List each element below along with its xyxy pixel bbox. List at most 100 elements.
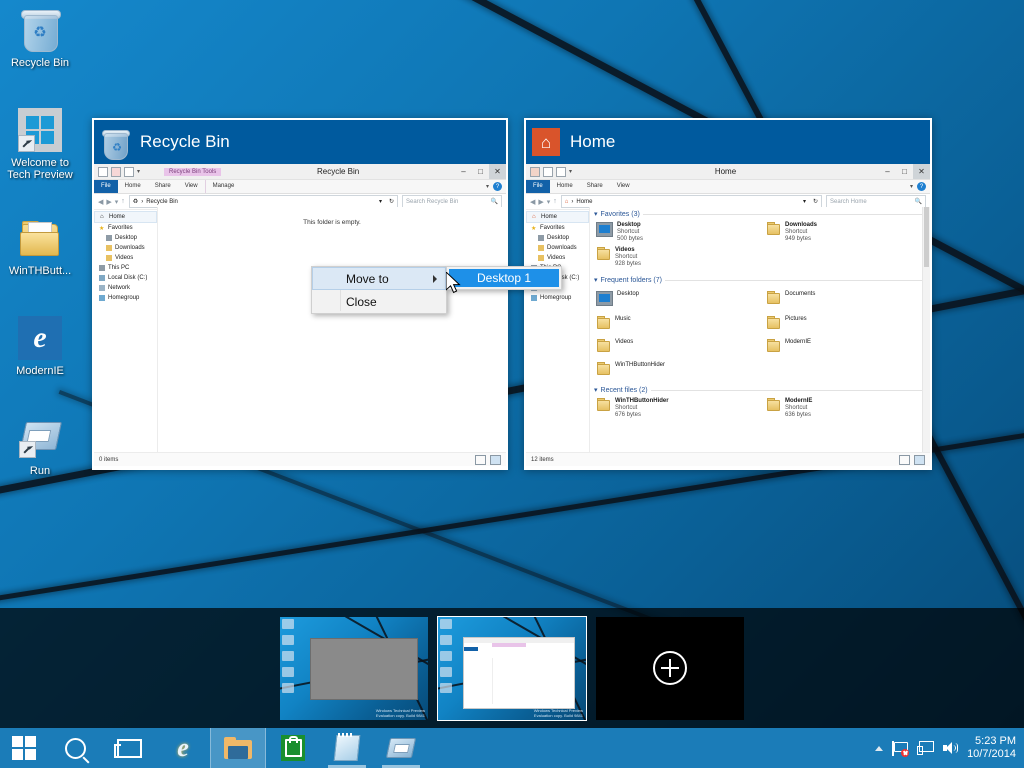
desktop-thumbnail-1[interactable]: Windows Technical Preview Evaluation copy… [280,616,428,720]
desktop-icon-welcome-to-tech-preview[interactable]: Welcome to Tech Preview [0,106,80,206]
help-icon[interactable]: ? [917,182,926,191]
forward-button[interactable]: ▶ [538,198,543,206]
group-header-recent-files[interactable]: ▾ Recent files (2) [594,386,930,394]
nav-item-favorites[interactable]: ★ Favorites [526,223,589,233]
desktop-icon-run[interactable]: Run [0,414,80,506]
maximize-button[interactable]: □ [472,164,489,179]
file-list-area[interactable]: This folder is empty. [158,207,506,452]
back-button[interactable]: ◀ [98,198,103,206]
taskview-window-home[interactable]: ⌂ Home ▾ Home – □ ✕ File Home Share View… [524,118,932,470]
desktop-icon-winthbuttonhider[interactable]: WinTHButt... [0,214,80,306]
navigation-pane[interactable]: ⌂ Home ★ Favorites Desktop Downloads Video… [94,207,158,452]
tab-file[interactable]: File [94,180,118,193]
collapse-icon[interactable]: ▾ [594,386,598,394]
scrollbar-thumb[interactable] [924,207,929,267]
view-toggle-buttons[interactable] [475,454,501,465]
qat-icon-properties[interactable] [98,166,108,177]
nav-item-downloads[interactable]: Downloads [526,243,589,253]
nav-item-network[interactable]: Network [94,283,157,293]
details-view-button[interactable] [475,454,486,465]
minimize-button[interactable]: – [879,164,896,179]
nav-item-home[interactable]: ⌂ Home [526,211,589,223]
file-list-area[interactable]: ▾ Favorites (3) Desktop Shortcut 500 byt… [590,207,930,452]
context-menu-item-close[interactable]: Close [312,290,446,313]
quick-access-toolbar[interactable]: ▾ [94,166,140,177]
list-item[interactable]: Documents [760,286,930,311]
tab-home[interactable]: Home [550,180,580,193]
collapse-ribbon-icon[interactable]: ▾ [910,183,913,190]
nav-item-desktop[interactable]: Desktop [94,233,157,243]
details-view-button[interactable] [899,454,910,465]
help-icon[interactable]: ? [493,182,502,191]
qat-icon-new-folder[interactable] [543,166,553,177]
list-item[interactable]: Pictures [760,311,930,334]
list-item[interactable]: WinTHButtonHider [590,357,760,380]
collapse-icon[interactable]: ▾ [594,210,598,218]
large-icons-view-button[interactable] [490,454,501,465]
taskbar-item-run-window[interactable] [374,728,428,768]
tab-file[interactable]: File [526,180,550,193]
large-icons-view-button[interactable] [914,454,925,465]
nav-item-local-disk[interactable]: Local Disk (C:) [94,273,157,283]
task-view-button[interactable] [102,728,156,768]
window-controls[interactable]: – □ ✕ [455,164,506,179]
breadcrumb-dropdown-icon[interactable]: ▾ [379,198,382,205]
minimize-button[interactable]: – [455,164,472,179]
tab-view[interactable]: View [178,180,205,193]
nav-item-this-pc[interactable]: This PC [94,263,157,273]
recent-locations-icon[interactable]: ▾ [547,198,551,206]
show-hidden-icons-button[interactable] [875,745,884,751]
tab-share[interactable]: Share [580,180,610,193]
start-button[interactable] [0,728,48,768]
qat-icon-home[interactable] [530,166,540,177]
desktop-icon-modernie[interactable]: e ModernIE [0,314,80,406]
nav-item-home[interactable]: ⌂ Home [94,211,157,223]
nav-item-homegroup[interactable]: Homegroup [94,293,157,303]
context-menu-item-move-to[interactable]: Move to [312,267,446,290]
view-toggle-buttons[interactable] [899,454,925,465]
search-button[interactable] [48,728,102,768]
up-button[interactable]: ↑ [121,198,125,205]
list-item[interactable]: Desktop [590,286,760,311]
taskbar-item-internet-explorer[interactable]: e [156,728,210,768]
tab-manage[interactable]: Manage [204,180,242,193]
list-item[interactable]: Downloads Shortcut 949 bytes [760,220,930,245]
taskbar-item-notepad[interactable] [320,728,374,768]
list-item[interactable]: Videos [590,334,760,357]
chevron-down-icon[interactable]: ▾ [137,168,140,175]
explorer-ribbon-tabs[interactable]: File Home Share View Manage ▾ ? [94,180,506,194]
explorer-ribbon-tabs[interactable]: File Home Share View ▾ ? [526,180,930,194]
refresh-icon[interactable]: ↻ [813,198,818,205]
qat-icon-view[interactable] [556,166,566,177]
nav-item-homegroup[interactable]: Homegroup [526,293,589,303]
refresh-icon[interactable]: ↻ [389,198,394,205]
back-button[interactable]: ◀ [530,198,535,206]
breadcrumb-dropdown-icon[interactable]: ▾ [803,198,806,205]
nav-item-videos[interactable]: Videos [94,253,157,263]
qat-icon-new-folder[interactable] [111,166,121,177]
context-submenu-move-to[interactable]: Desktop 1 [446,266,563,290]
nav-item-favorites[interactable]: ★ Favorites [94,223,157,233]
up-button[interactable]: ↑ [553,198,557,205]
taskbar-item-store[interactable] [266,728,320,768]
add-desktop-button[interactable] [596,616,744,720]
recent-locations-icon[interactable]: ▾ [115,198,119,206]
list-item[interactable]: WinTHButtonHider Shortcut 676 bytes [590,396,760,421]
nav-item-downloads[interactable]: Downloads [94,243,157,253]
nav-item-desktop[interactable]: Desktop [526,233,589,243]
navigation-pane[interactable]: ⌂ Home ★ Favorites Desktop Downloads Video… [526,207,590,452]
taskbar-item-file-explorer[interactable] [210,728,266,768]
context-menu[interactable]: Move to Close [311,266,447,314]
clock[interactable]: 5:23 PM 10/7/2014 [967,735,1016,761]
forward-button[interactable]: ▶ [106,198,111,206]
qat-icon-view[interactable] [124,166,134,177]
scrollbar[interactable] [922,207,930,452]
action-center-icon[interactable] [892,740,910,757]
quick-access-toolbar[interactable]: ▾ [526,166,572,177]
tab-home[interactable]: Home [118,180,148,193]
desktop-icon-recycle-bin[interactable]: ♻ Recycle Bin [0,6,80,98]
list-item[interactable]: Videos Shortcut 928 bytes [590,245,760,270]
network-icon[interactable] [917,741,935,755]
nav-item-videos[interactable]: Videos [526,253,589,263]
close-button[interactable]: ✕ [913,164,930,179]
